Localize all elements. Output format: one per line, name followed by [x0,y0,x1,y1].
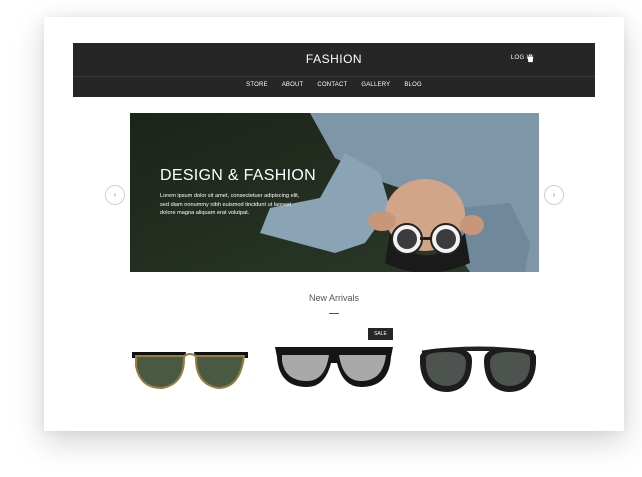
nav-item-gallery[interactable]: GALLERY [361,82,390,88]
section-title: New Arrivals [308,293,359,303]
chevron-right-icon[interactable]: › [544,185,564,205]
nav-item-blog[interactable]: BLOG [404,82,421,88]
cart-icon[interactable] [526,54,535,63]
product-image-sunglasses-1[interactable] [130,346,250,394]
hero-banner: DESIGN & FASHION Lorem ipsum dolor sit a… [130,113,539,272]
main-nav: STORE ABOUT CONTACT GALLERY BLOG [73,82,595,88]
nav-item-contact[interactable]: CONTACT [317,82,347,88]
header-bar: FASHION LOG IN STORE ABOUT CONTACT GALLE… [73,43,595,97]
hero-text: Lorem ipsum dolor sit amet, consectetuer… [160,193,300,216]
chevron-left-icon[interactable]: ‹ [105,185,125,205]
hero-title: DESIGN & FASHION [160,167,316,184]
website-preview-frame: FASHION LOG IN STORE ABOUT CONTACT GALLE… [44,17,624,431]
section-divider [329,313,339,314]
product-image-sunglasses-2[interactable] [273,343,395,393]
nav-item-about[interactable]: ABOUT [282,82,304,88]
sale-badge: SALE [368,328,393,340]
product-image-sunglasses-3[interactable] [416,344,540,396]
nav-item-store[interactable]: STORE [246,82,268,88]
header-divider [73,76,595,77]
